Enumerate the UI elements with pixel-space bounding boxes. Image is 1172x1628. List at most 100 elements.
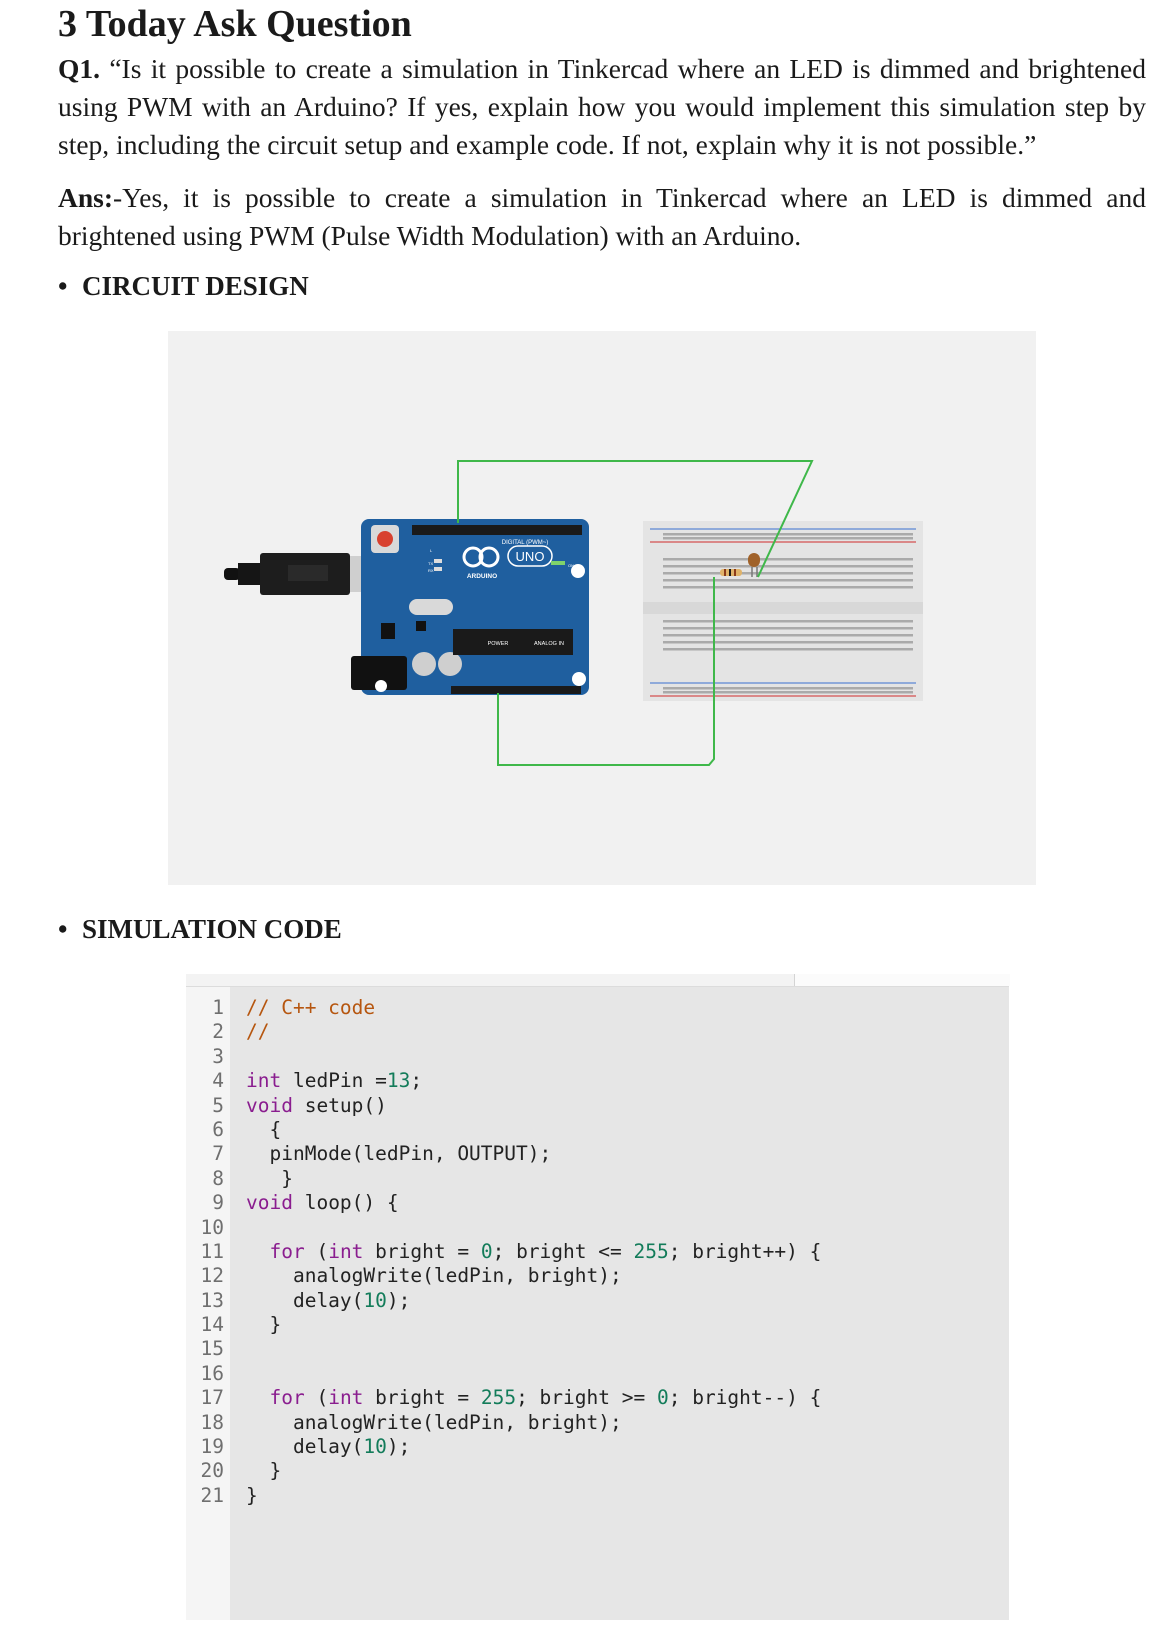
line-number: 11: [200, 1239, 224, 1263]
arduino-board: UNO DIGITAL (PWM~) ARDUINO POWER ANALOG …: [351, 519, 589, 695]
code-token: ; bright >=: [516, 1386, 657, 1410]
code-token: (: [304, 1386, 329, 1410]
code-token: int: [328, 1239, 364, 1263]
board-analog-label: ANALOG IN: [534, 641, 564, 647]
code-line: }: [246, 1313, 1006, 1337]
question-text: “Is it possible to create a simulation i…: [58, 53, 1146, 160]
resistor: [720, 569, 742, 576]
code-token: analogWrite(ledPin, bright);: [246, 1410, 622, 1434]
board-tx-label: TX: [428, 561, 433, 566]
board-power-label: POWER: [488, 641, 509, 647]
code-token: void: [246, 1191, 293, 1215]
code-token: ; bright++) {: [668, 1239, 822, 1263]
code-line: delay(10);: [246, 1435, 1006, 1459]
code-token: {: [246, 1117, 282, 1141]
circuit-svg: UNO DIGITAL (PWM~) ARDUINO POWER ANALOG …: [224, 460, 923, 766]
board-arduino-label: ARDUINO: [467, 573, 497, 580]
answer-paragraph: Ans:-Yes, it is possible to create a sim…: [58, 179, 1146, 255]
code-editor: 1 2 3 4 5 6 7 8 9 10 11 12 13 14 15 16 17 18 19 20 21 // C++…: [186, 974, 1010, 1620]
code-token: // C++ code: [246, 996, 376, 1019]
code-token: (: [304, 1239, 329, 1263]
line-number: 16: [200, 1361, 224, 1385]
bullet-circuit-design: • CIRCUIT DESIGN: [58, 268, 309, 304]
code-line: //: [246, 1020, 1006, 1044]
line-number: 12: [200, 1264, 224, 1288]
code-token: for: [269, 1239, 305, 1263]
code-line: delay(10);: [246, 1289, 1006, 1313]
board-on-label: ON: [568, 563, 574, 568]
line-number: 3: [212, 1044, 224, 1068]
line-number: 19: [200, 1435, 224, 1459]
code-text[interactable]: // C++ code// int ledPin =13; void setup(…: [246, 996, 1006, 1508]
line-number: 14: [200, 1313, 224, 1337]
code-token: //: [246, 1020, 270, 1044]
line-number: 8: [212, 1166, 224, 1190]
line-number: 6: [212, 1117, 224, 1141]
bullet-dot: •: [58, 914, 68, 944]
line-number: 1: [212, 996, 224, 1019]
line-number: 10: [200, 1215, 224, 1239]
code-token: ; bright <=: [492, 1239, 634, 1263]
bullet-simulation-code: • SIMULATION CODE: [58, 911, 342, 947]
code-editor-topbar: [186, 974, 1010, 987]
code-token: loop() {: [292, 1191, 399, 1215]
code-token: analogWrite(ledPin, bright);: [246, 1264, 622, 1288]
code-line: for (int bright = 255; bright >= 0; brig…: [246, 1386, 1006, 1410]
code-token: 10: [363, 1288, 387, 1312]
code-token: bright =: [363, 1239, 481, 1263]
code-token: void: [246, 1093, 293, 1117]
code-token: }: [246, 1313, 282, 1337]
answer-text: -Yes, it is possible to create a simulat…: [58, 182, 1146, 251]
bullet-simulation-code-label: SIMULATION CODE: [82, 914, 342, 944]
code-token: 13: [386, 1069, 411, 1093]
code-line: }: [246, 1459, 1006, 1483]
code-token: 0: [656, 1386, 669, 1410]
circuit-diagram: UNO DIGITAL (PWM~) ARDUINO POWER ANALOG …: [168, 331, 1036, 885]
line-number: 17: [200, 1386, 224, 1410]
code-line: analogWrite(ledPin, bright);: [246, 1411, 1006, 1435]
code-token: ;: [410, 1069, 423, 1093]
answer-label: Ans:: [58, 182, 114, 213]
section-title: 3 Today Ask Question: [58, 3, 412, 45]
line-number-gutter: 1 2 3 4 5 6 7 8 9 10 11 12 13 14 15 16 17 18 19 20 21: [186, 987, 230, 1620]
line-number: 9: [212, 1191, 224, 1215]
code-line: }: [246, 1484, 1006, 1508]
code-line: int ledPin =13;: [246, 1069, 1006, 1093]
code-line: analogWrite(ledPin, bright);: [246, 1264, 1006, 1288]
code-token: );: [386, 1435, 411, 1459]
code-line: // C++ code: [246, 996, 1006, 1020]
line-number: 2: [212, 1020, 224, 1044]
board-uno-label: UNO: [516, 549, 545, 564]
code-token: }: [246, 1459, 282, 1483]
line-number: 7: [212, 1142, 224, 1166]
code-token: }: [246, 1483, 258, 1507]
usb-cable: [224, 553, 380, 595]
line-number: 21: [200, 1483, 224, 1507]
code-token: }: [246, 1166, 293, 1190]
code-line: pinMode(ledPin, OUTPUT);: [246, 1142, 1006, 1166]
code-token: int: [246, 1069, 282, 1093]
bullet-circuit-design-label: CIRCUIT DESIGN: [82, 271, 309, 301]
code-line: void loop() {: [246, 1191, 1006, 1215]
code-token: delay(: [246, 1288, 364, 1312]
code-token: ledPin =: [281, 1069, 387, 1093]
code-token: pinMode(ledPin, OUTPUT);: [246, 1142, 552, 1166]
board-rx-label: RX: [428, 568, 434, 573]
code-editor-tab: [794, 974, 1010, 986]
code-token: for: [269, 1386, 305, 1410]
code-line: void setup(): [246, 1094, 1006, 1118]
code-token: 255: [633, 1239, 669, 1263]
line-number: 5: [212, 1093, 224, 1117]
line-number: 4: [212, 1069, 224, 1093]
board-digital-label: DIGITAL (PWM~): [502, 540, 549, 546]
question-label: Q1.: [58, 53, 101, 84]
line-number: 13: [200, 1288, 224, 1312]
code-line: {: [246, 1118, 1006, 1142]
code-token: );: [386, 1288, 411, 1312]
code-token: int: [328, 1386, 364, 1410]
